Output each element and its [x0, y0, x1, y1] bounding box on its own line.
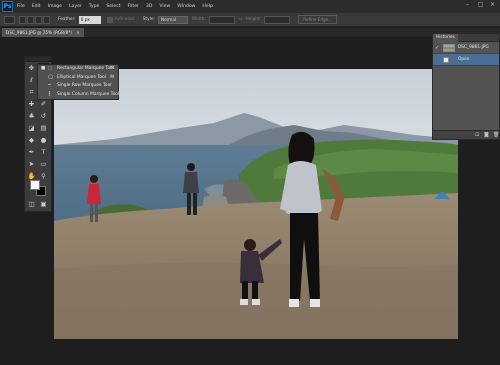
- photo-image: [54, 69, 458, 339]
- screen-mode-icon[interactable]: ▣: [38, 199, 49, 209]
- menu-view[interactable]: View: [159, 4, 170, 9]
- quick-mask-icon[interactable]: ◫: [26, 199, 37, 209]
- marquee-tool-flyout: ■ ⬚ Rectangular Marquee Tool M ◯ Ellipti…: [37, 64, 119, 100]
- eraser-tool-icon[interactable]: ◪: [26, 123, 37, 133]
- flyout-item-label: Single Row Marquee Tool: [57, 83, 112, 88]
- pen-tool-icon[interactable]: ✒: [26, 147, 37, 157]
- lasso-tool-icon[interactable]: ℓ: [26, 75, 37, 85]
- menu-filter[interactable]: Filter: [128, 4, 139, 9]
- flyout-item-label: Rectangular Marquee Tool: [57, 66, 114, 71]
- camera-icon[interactable]: ◙: [484, 132, 489, 138]
- gradient-tool-icon[interactable]: ▤: [38, 123, 49, 133]
- shape-tool-icon[interactable]: ▭: [38, 159, 49, 169]
- menu-window[interactable]: Window: [177, 4, 195, 9]
- single-row-icon: ┅: [48, 83, 51, 88]
- history-row-label: DSC_9861.JPG: [458, 45, 489, 50]
- flyout-item-label: Elliptical Marquee Tool: [57, 74, 106, 80]
- photoshop-logo: Ps: [2, 1, 13, 12]
- flyout-item-single-row-marquee[interactable]: ┅ Single Row Marquee Tool: [38, 82, 118, 91]
- flyout-item-elliptical-marquee[interactable]: ◯ Elliptical Marquee Tool M: [38, 74, 118, 83]
- menu-file[interactable]: File: [17, 4, 25, 9]
- healing-tool-icon[interactable]: ✚: [26, 99, 37, 109]
- subtract-selection-icon[interactable]: [35, 15, 42, 24]
- height-input[interactable]: [264, 15, 291, 24]
- swap-icon[interactable]: ⇄: [239, 17, 243, 22]
- height-label: Height:: [245, 17, 262, 22]
- new-document-icon[interactable]: ⊡: [475, 132, 479, 138]
- tool-preset-picker[interactable]: [4, 15, 15, 24]
- menu-layer[interactable]: Layer: [69, 4, 82, 9]
- document-canvas[interactable]: [54, 69, 458, 339]
- new-selection-icon[interactable]: [19, 15, 26, 24]
- document-tab-title: DSC_9861.JPG @ 25% (RGB/8*): [6, 30, 72, 35]
- rectangle-marquee-icon: ⬚: [48, 66, 53, 71]
- history-row-snapshot[interactable]: ✓ DSC_9861.JPG: [433, 42, 499, 54]
- menu-3d[interactable]: 3D: [146, 4, 152, 9]
- close-tab-icon[interactable]: ×: [76, 30, 80, 35]
- menu-bar: Ps File Edit Image Layer Type Select Fil…: [0, 0, 500, 13]
- panel-tab-bar: Histories: [433, 34, 499, 42]
- document-tab-bar: DSC_9861.JPG @ 25% (RGB/8*) ×: [0, 28, 500, 37]
- panel-footer: ⊡ ◙ 🗑: [433, 130, 499, 139]
- feather-label: Feather:: [58, 17, 76, 22]
- snapshot-brush-icon[interactable]: ✓: [435, 45, 439, 51]
- shortcut-key: M: [110, 74, 114, 80]
- style-label: Style:: [142, 17, 155, 22]
- shortcut-key: M: [110, 66, 114, 71]
- trash-icon[interactable]: 🗑: [493, 132, 499, 138]
- history-row-open[interactable]: Open: [433, 54, 499, 66]
- menu-image[interactable]: Image: [48, 4, 62, 9]
- menu-type[interactable]: Type: [89, 4, 100, 9]
- crop-tool-icon[interactable]: ⌗: [26, 87, 37, 97]
- foreground-color-swatch[interactable]: [30, 180, 40, 190]
- blur-tool-icon[interactable]: ◆: [26, 135, 37, 145]
- minimize-icon[interactable]: –: [466, 1, 469, 8]
- brush-tool-icon[interactable]: ✐: [38, 99, 49, 109]
- snapshot-thumbnail: [443, 44, 455, 52]
- selected-bullet-icon: ■: [41, 66, 46, 71]
- document-tab[interactable]: DSC_9861.JPG @ 25% (RGB/8*) ×: [2, 28, 84, 37]
- options-bar: Feather: 0 px Anti-alias Style: Normal W…: [0, 13, 500, 27]
- menu-select[interactable]: Select: [106, 4, 120, 9]
- history-row-label: Open: [458, 57, 470, 62]
- flyout-item-label: Single Column Marquee Tool: [57, 91, 120, 97]
- tab-histories[interactable]: Histories: [433, 34, 458, 42]
- style-select[interactable]: Normal: [157, 15, 188, 24]
- type-tool-icon[interactable]: T: [38, 147, 49, 157]
- anti-alias-checkbox[interactable]: [106, 16, 113, 23]
- intersect-selection-icon[interactable]: [43, 15, 50, 24]
- refine-edge-button[interactable]: Refine Edge...: [298, 15, 338, 24]
- dodge-tool-icon[interactable]: ●: [38, 135, 49, 145]
- single-column-icon: ┇: [48, 91, 51, 97]
- add-selection-icon[interactable]: [27, 15, 34, 24]
- history-state-icon: [443, 57, 449, 63]
- tools-panel-grip[interactable]: [25, 57, 51, 62]
- clone-stamp-tool-icon[interactable]: ♣: [26, 111, 37, 121]
- move-tool-icon[interactable]: ✥: [26, 63, 37, 73]
- menu-edit[interactable]: Edit: [32, 4, 41, 9]
- maximize-icon[interactable]: □: [478, 1, 484, 8]
- feather-input[interactable]: 0 px: [78, 15, 101, 24]
- menu-help[interactable]: Help: [202, 4, 212, 9]
- anti-alias-label: Anti-alias: [114, 17, 135, 22]
- close-icon[interactable]: ×: [490, 1, 495, 8]
- flyout-item-single-column-marquee[interactable]: ┇ Single Column Marquee Tool: [38, 91, 120, 100]
- width-label: Width:: [191, 17, 206, 22]
- history-panel: Histories ✓ DSC_9861.JPG Open ⊡ ◙ 🗑: [432, 33, 500, 140]
- history-brush-tool-icon[interactable]: ↺: [38, 111, 49, 121]
- flyout-item-rectangular-marquee[interactable]: ■ ⬚ Rectangular Marquee Tool M: [38, 65, 118, 74]
- ellipse-marquee-icon: ◯: [48, 74, 53, 80]
- width-input[interactable]: [208, 15, 235, 24]
- path-select-tool-icon[interactable]: ➤: [26, 159, 37, 169]
